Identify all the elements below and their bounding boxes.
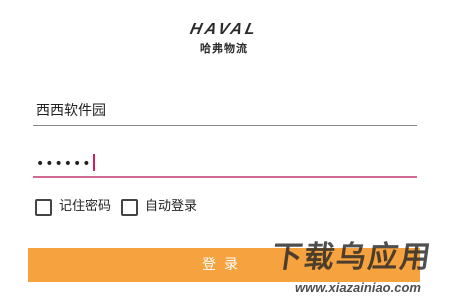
password-masked-value: •••••• — [36, 156, 92, 172]
username-value: 西西软件园 — [36, 103, 106, 119]
login-screen: HAVAL 哈弗物流 西西软件园 •••••• 记住密码 自动登录 登录 下载乌… — [0, 0, 450, 300]
auto-login-option[interactable]: 自动登录 — [121, 197, 197, 217]
auto-login-checkbox[interactable] — [121, 198, 138, 216]
logo-wordmark: HAVAL — [188, 21, 260, 38]
watermark-url: www.xiazainiao.com — [295, 280, 421, 295]
text-caret — [92, 154, 95, 171]
remember-password-label[interactable]: 记住密码 — [59, 198, 111, 216]
remember-password-checkbox[interactable] — [35, 198, 52, 216]
password-underline — [33, 176, 417, 178]
haval-logo: HAVAL 哈弗物流 — [178, 21, 270, 60]
login-button[interactable]: 登录 — [28, 248, 420, 282]
password-field[interactable]: •••••• — [33, 148, 417, 178]
username-underline — [33, 125, 417, 126]
username-field[interactable]: 西西软件园 — [33, 96, 417, 126]
auto-login-label[interactable]: 自动登录 — [145, 198, 197, 216]
password-value-wrapper: •••••• — [36, 154, 95, 173]
logo-subtitle: 哈弗物流 — [200, 42, 248, 55]
remember-password-option[interactable]: 记住密码 — [35, 197, 111, 217]
